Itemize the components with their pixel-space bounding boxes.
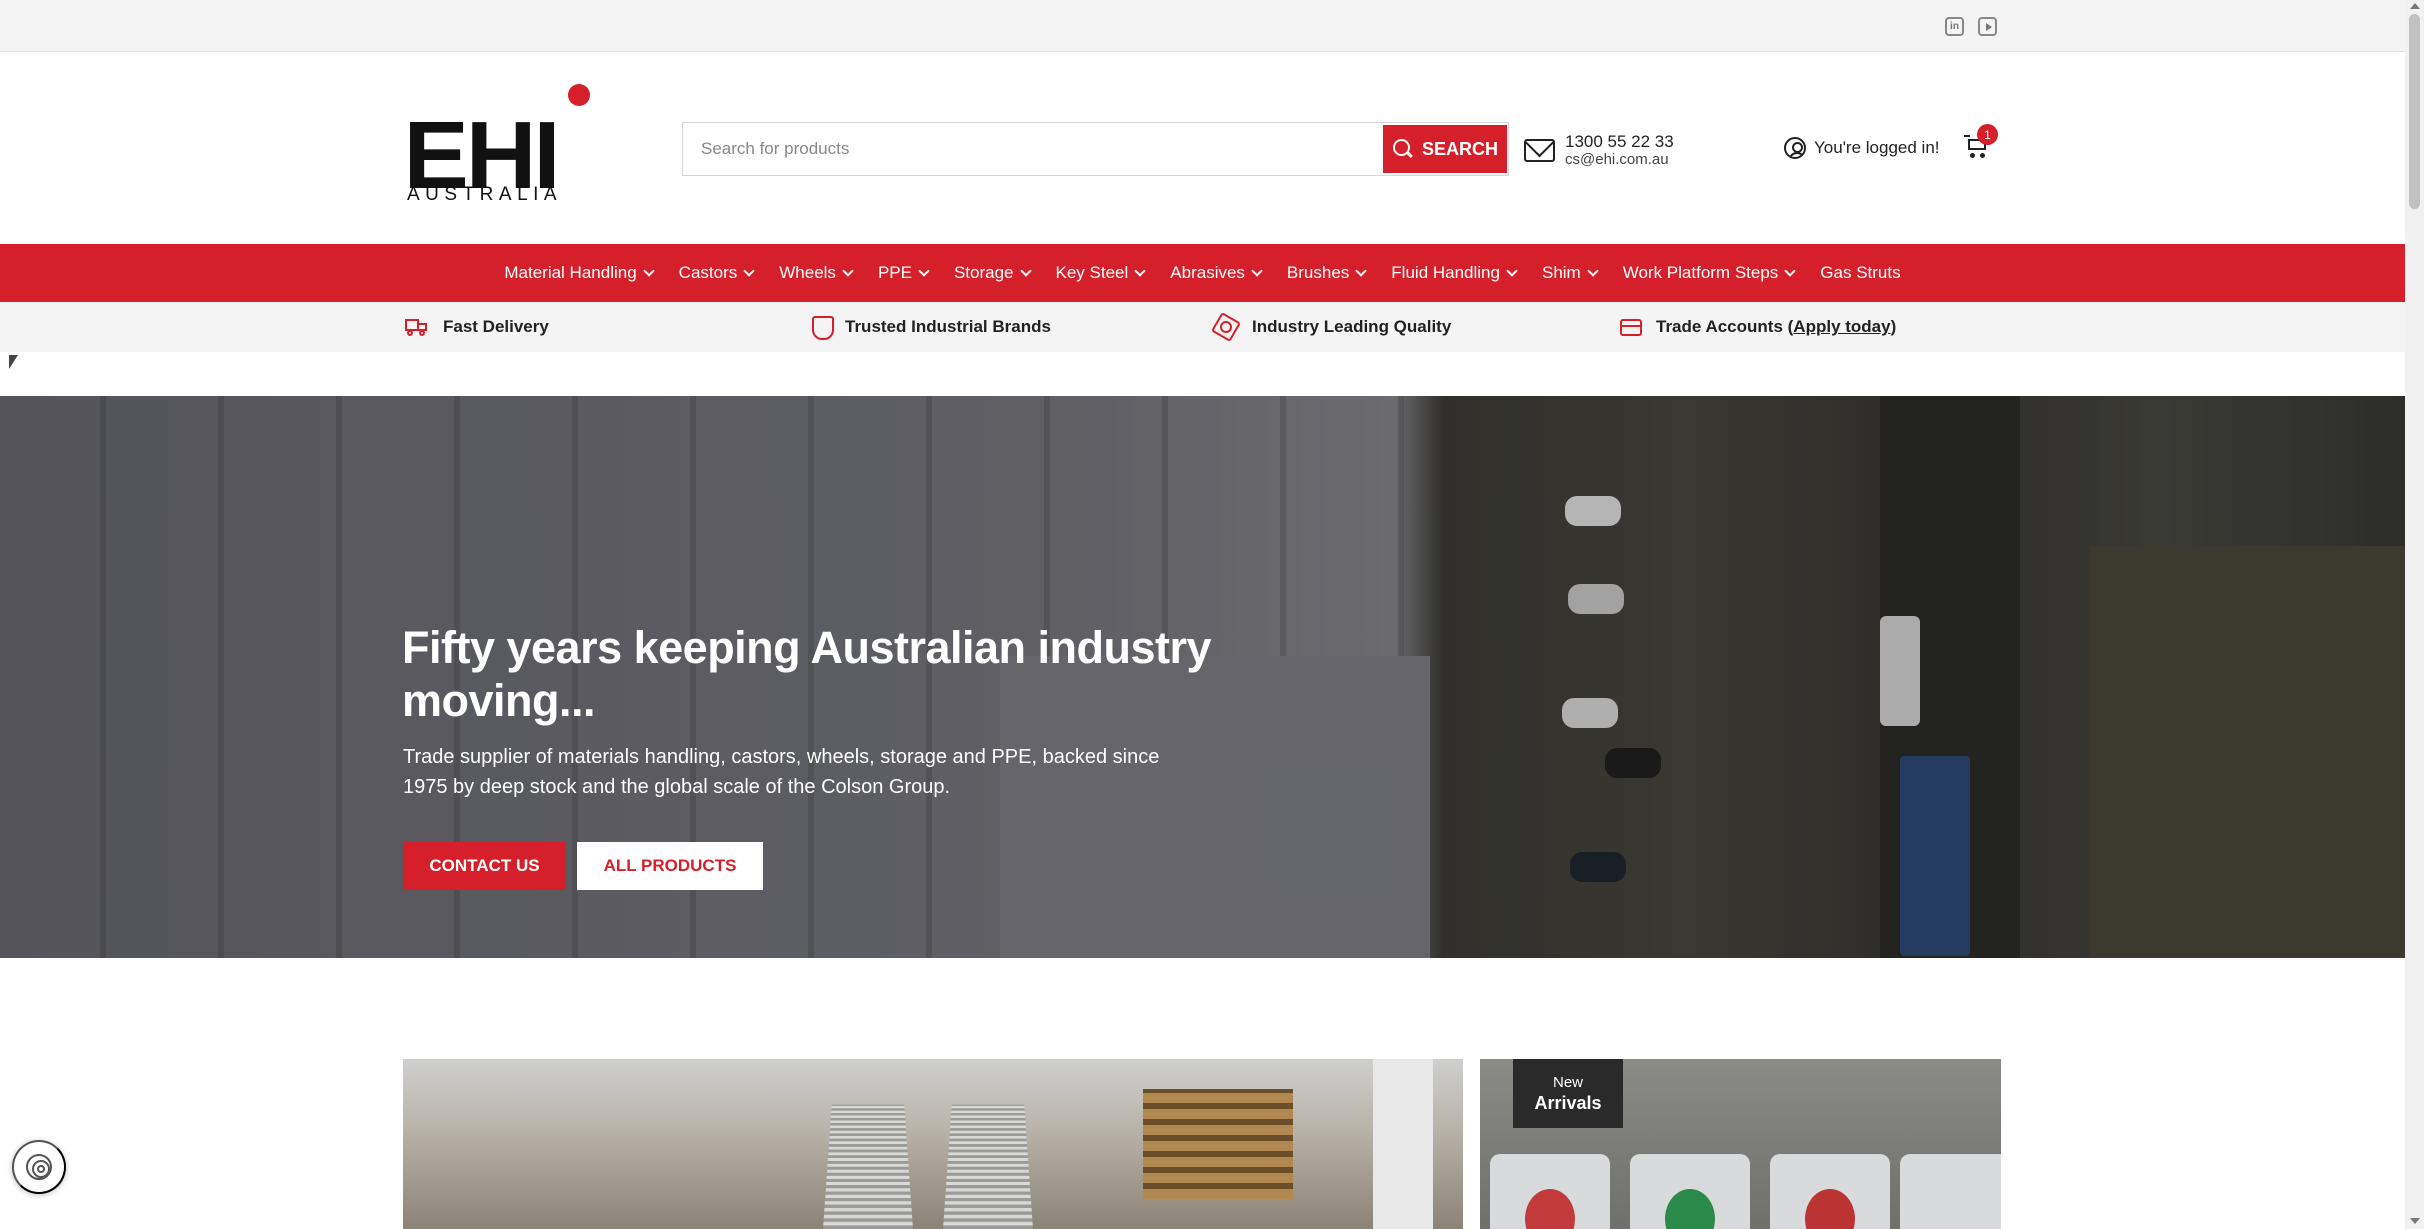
logo-red-dot bbox=[568, 84, 590, 106]
nav-item-gas-struts[interactable]: Gas Struts bbox=[1807, 244, 1913, 302]
usp-fast-delivery: Fast Delivery bbox=[405, 302, 549, 352]
scrollbar-thumb[interactable] bbox=[2409, 14, 2420, 209]
castor-image-part bbox=[1900, 1154, 2001, 1229]
nav-label: Abrasives bbox=[1170, 263, 1245, 282]
main-navigation: Material Handling Castors Wheels PPE Sto… bbox=[0, 244, 2405, 302]
chevron-down-icon bbox=[918, 265, 930, 277]
nav-label: PPE bbox=[877, 263, 912, 282]
contact-email[interactable]: cs@ehi.com.au bbox=[1565, 151, 1674, 169]
vertical-scrollbar[interactable] bbox=[2405, 0, 2424, 1229]
account-status: You're logged in! bbox=[1814, 138, 1940, 157]
contact-info[interactable]: 1300 55 22 33 cs@ehi.com.au bbox=[1524, 128, 1674, 172]
all-products-button[interactable]: ALL PRODUCTS bbox=[577, 842, 763, 890]
nav-item-storage[interactable]: Storage bbox=[941, 244, 1043, 302]
chevron-down-icon bbox=[643, 265, 655, 277]
conveyor-image-part bbox=[943, 1104, 1033, 1229]
hero-banner: Fifty years keeping Australian industry … bbox=[0, 396, 2405, 958]
search-button[interactable]: SEARCH bbox=[1383, 125, 1507, 173]
scroll-up-arrow-icon[interactable] bbox=[2410, 3, 2420, 9]
top-utility-bar: in bbox=[0, 0, 2405, 52]
nav-item-ppe[interactable]: PPE bbox=[865, 244, 941, 302]
shield-icon bbox=[811, 316, 834, 340]
chevron-down-icon bbox=[743, 265, 755, 277]
nav-label: Wheels bbox=[779, 263, 836, 282]
quality-badge-icon bbox=[1214, 315, 1238, 339]
trade-prefix: Trade Accounts ( bbox=[1656, 317, 1794, 336]
youtube-icon[interactable] bbox=[1978, 17, 1997, 36]
search-button-label: SEARCH bbox=[1421, 138, 1498, 159]
chevron-down-icon bbox=[1019, 265, 1032, 277]
contact-us-button[interactable]: CONTACT US bbox=[403, 842, 566, 890]
usp-label: Industry Leading Quality bbox=[1252, 317, 1452, 336]
pillar-image-part bbox=[1373, 1059, 1433, 1229]
chevron-down-icon bbox=[1355, 265, 1367, 277]
nav-item-brushes[interactable]: Brushes bbox=[1274, 244, 1378, 302]
hero-subtitle: Trade supplier of materials handling, ca… bbox=[403, 746, 1160, 798]
linkedin-icon[interactable]: in bbox=[1945, 17, 1964, 36]
chevron-down-icon bbox=[1506, 265, 1518, 277]
usp-quality: Industry Leading Quality bbox=[1214, 302, 1451, 352]
nav-label: Shim bbox=[1541, 263, 1581, 282]
usp-bar: Fast Delivery Trusted Industrial Brands … bbox=[0, 302, 2405, 352]
search-icon bbox=[1392, 138, 1414, 160]
apply-today-link[interactable]: Apply today bbox=[1793, 317, 1890, 336]
nav-item-wheels[interactable]: Wheels bbox=[766, 244, 865, 302]
chevron-down-icon bbox=[1134, 265, 1146, 277]
mouse-cursor bbox=[9, 355, 18, 369]
scroll-down-arrow-icon[interactable] bbox=[2410, 1218, 2420, 1224]
nav-label: Brushes bbox=[1286, 263, 1350, 282]
conveyor-image-part bbox=[823, 1104, 913, 1229]
badge-line2: Arrivals bbox=[1534, 1092, 1602, 1113]
nav-label: Work Platform Steps bbox=[1622, 263, 1779, 282]
logo-subtitle: AUSTRALIA bbox=[407, 184, 563, 205]
pallet-image-part bbox=[1143, 1089, 1293, 1199]
envelope-icon bbox=[1524, 138, 1555, 162]
truck-icon bbox=[405, 318, 429, 336]
search-input[interactable] bbox=[683, 123, 1383, 175]
feature-tile-conveyors[interactable] bbox=[403, 1059, 1463, 1229]
user-icon bbox=[1784, 137, 1806, 159]
usp-label: Trade Accounts (Apply today) bbox=[1656, 317, 1896, 337]
hero-title: Fifty years keeping Australian industry … bbox=[402, 622, 1212, 726]
cart-count-badge: 1 bbox=[1977, 124, 1998, 145]
site-header: EHI AUSTRALIA SEARCH 1300 55 22 33 cs@eh… bbox=[0, 52, 2405, 244]
usp-trusted-brands: Trusted Industrial Brands bbox=[811, 302, 1051, 352]
new-arrivals-badge: New Arrivals bbox=[1513, 1059, 1623, 1128]
nav-label: Fluid Handling bbox=[1391, 263, 1500, 282]
search-bar: SEARCH bbox=[682, 122, 1509, 176]
chevron-down-icon bbox=[1784, 265, 1796, 277]
nav-item-castors[interactable]: Castors bbox=[666, 244, 767, 302]
nav-label: Storage bbox=[953, 263, 1014, 282]
privacy-settings-button[interactable] bbox=[12, 1140, 66, 1194]
nav-item-abrasives[interactable]: Abrasives bbox=[1157, 244, 1274, 302]
nav-label: Key Steel bbox=[1055, 263, 1129, 282]
credit-card-icon bbox=[1620, 318, 1642, 336]
usp-label: Fast Delivery bbox=[443, 317, 549, 336]
account-link[interactable]: You're logged in! bbox=[1784, 135, 1940, 161]
nav-item-key-steel[interactable]: Key Steel bbox=[1043, 244, 1158, 302]
contact-phone[interactable]: 1300 55 22 33 bbox=[1565, 132, 1674, 151]
nav-item-material-handling[interactable]: Material Handling bbox=[491, 244, 665, 302]
ehi-australia-logo[interactable]: EHI AUSTRALIA bbox=[403, 84, 591, 209]
nav-label: Material Handling bbox=[504, 263, 637, 282]
usp-trade-accounts: Trade Accounts (Apply today) bbox=[1620, 302, 1896, 352]
nav-item-shim[interactable]: Shim bbox=[1529, 244, 1610, 302]
chevron-down-icon bbox=[1587, 265, 1599, 277]
nav-item-fluid-handling[interactable]: Fluid Handling bbox=[1378, 244, 1529, 302]
nav-item-work-platform-steps[interactable]: Work Platform Steps bbox=[1610, 244, 1808, 302]
trade-suffix: ) bbox=[1890, 317, 1897, 336]
usp-label: Trusted Industrial Brands bbox=[845, 317, 1051, 336]
nav-label: Castors bbox=[678, 263, 738, 282]
fingerprint-icon bbox=[26, 1154, 52, 1180]
badge-line1: New bbox=[1552, 1073, 1583, 1091]
chevron-down-icon bbox=[842, 265, 854, 277]
nav-label: Gas Struts bbox=[1820, 263, 1901, 282]
chevron-down-icon bbox=[1251, 265, 1263, 277]
